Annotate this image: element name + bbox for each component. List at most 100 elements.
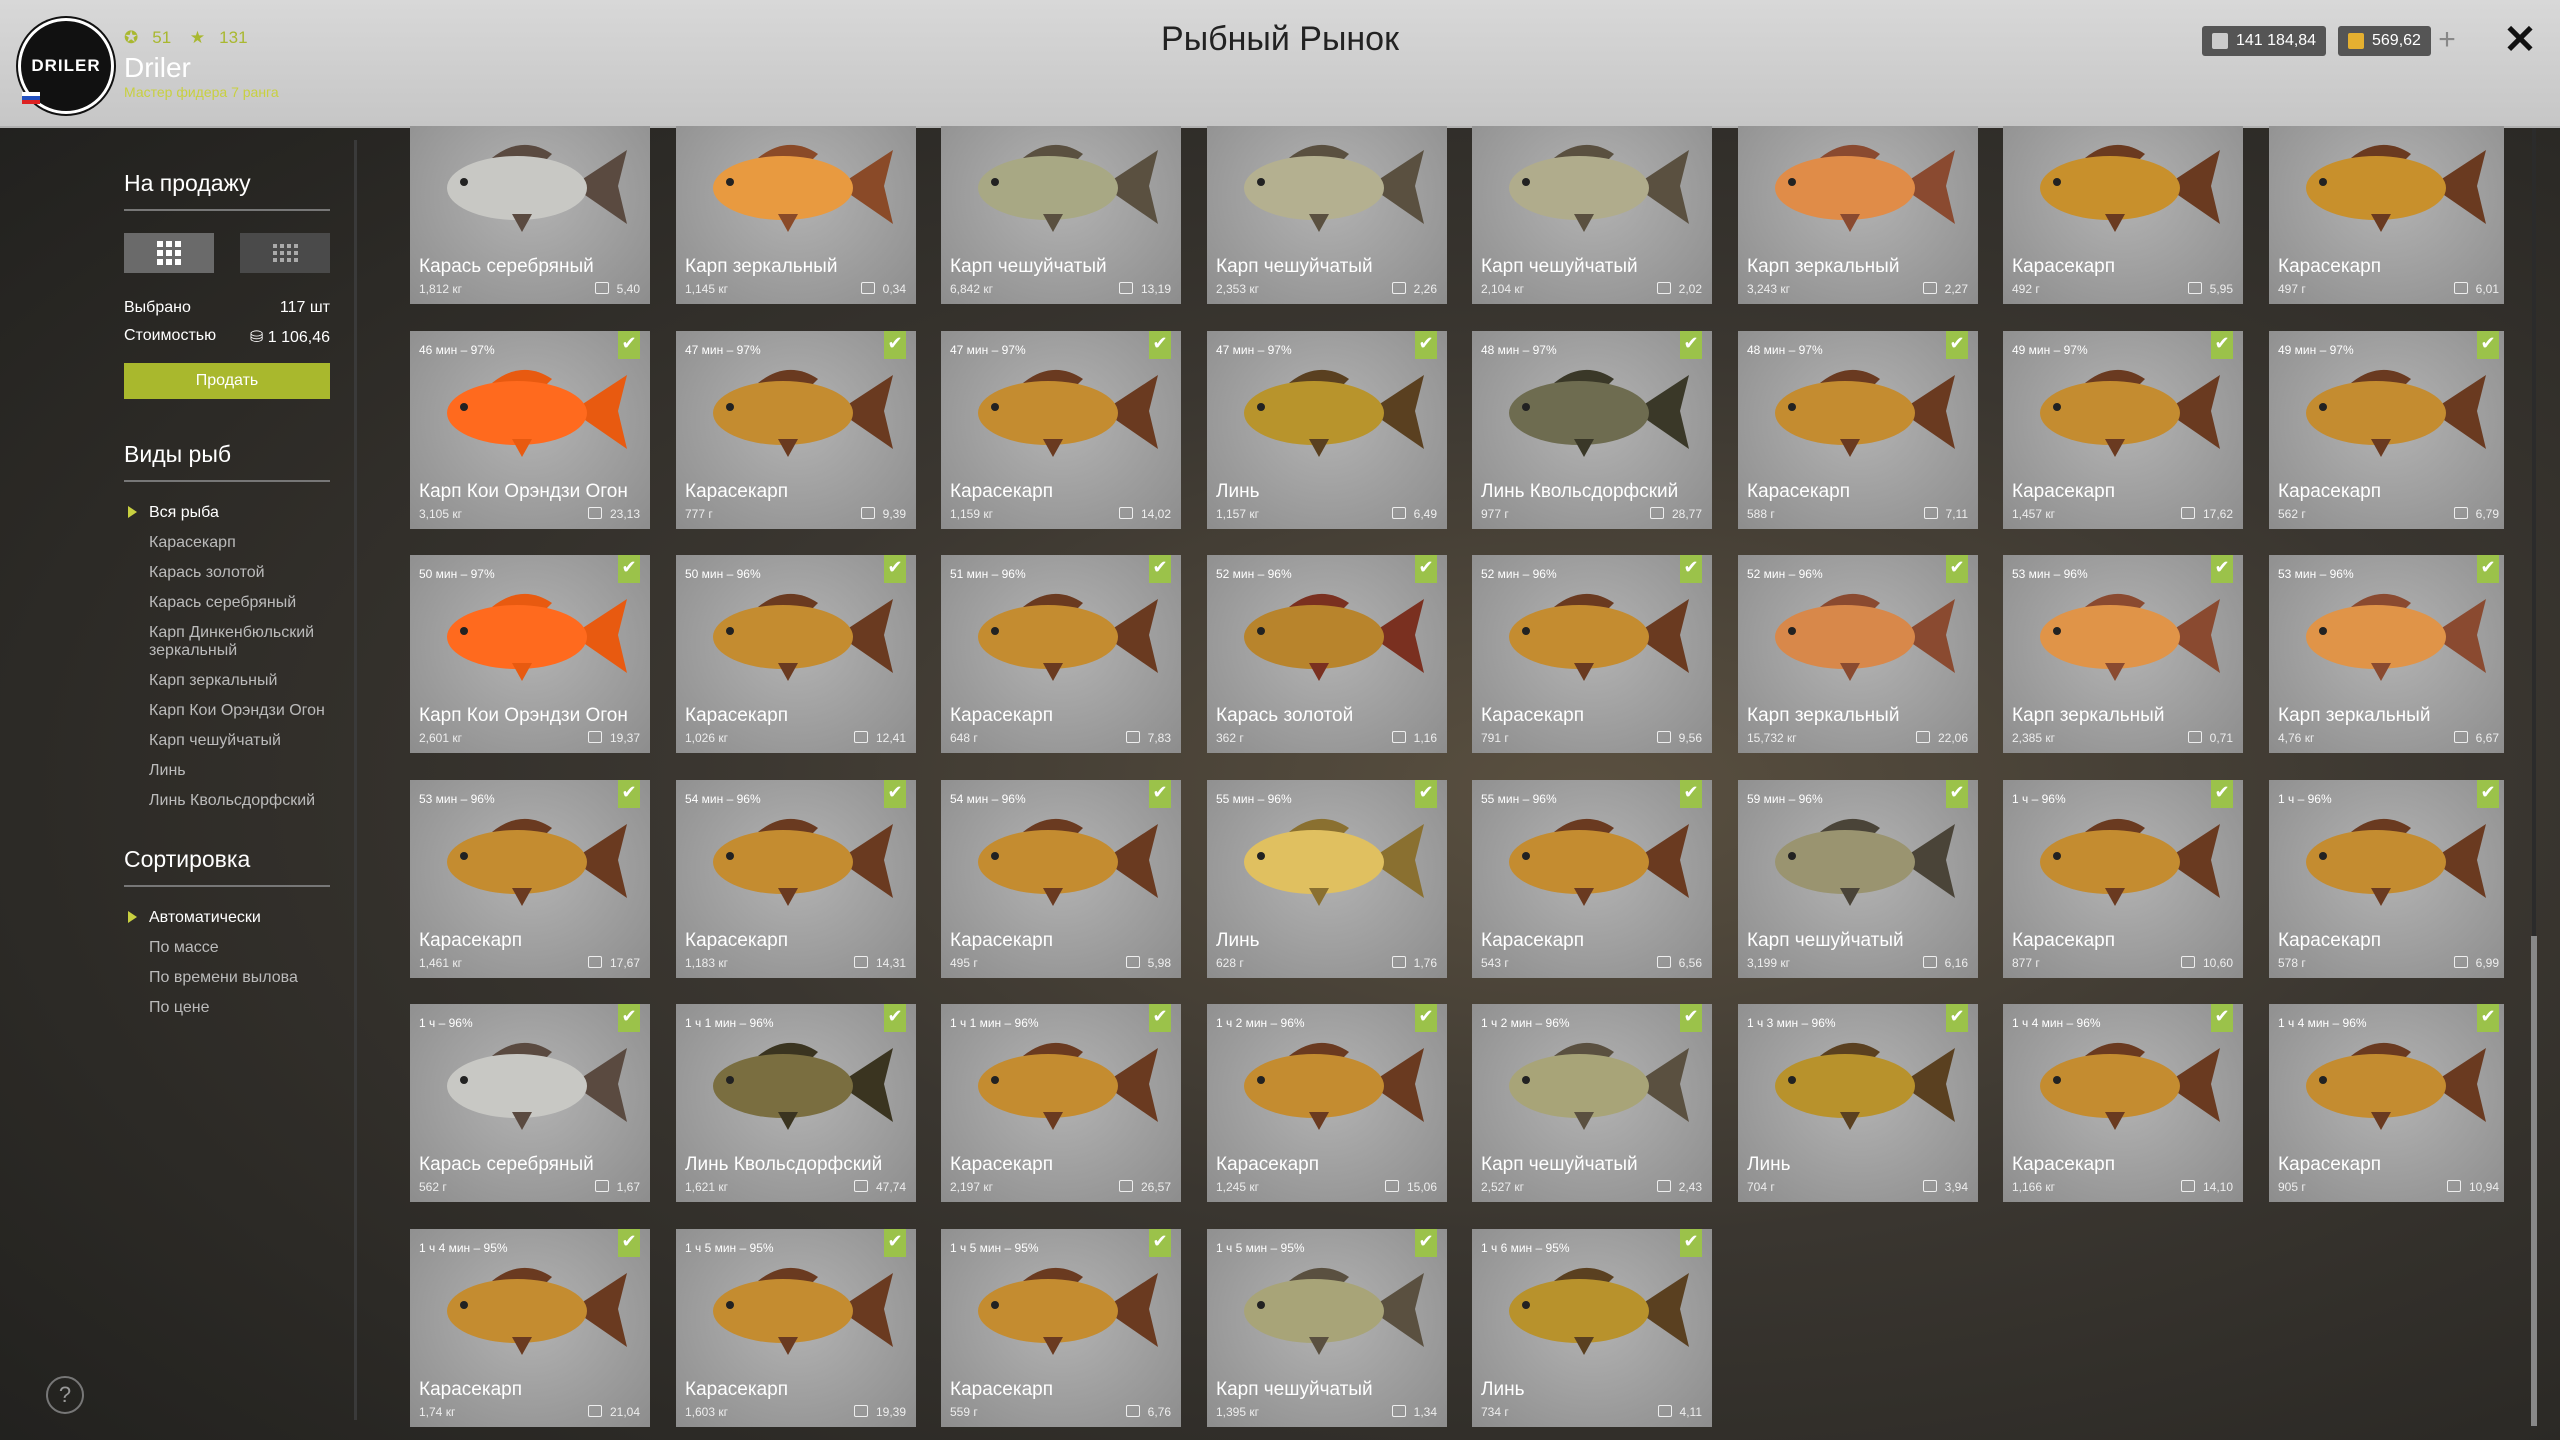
fish-price: 6,56 — [1678, 956, 1702, 970]
species-filter-item[interactable]: Линь Квольсдорфский — [124, 786, 330, 816]
fish-name: Линь Квольсдорфский — [1481, 481, 1679, 502]
species-filter-item[interactable]: Карась золотой — [124, 558, 330, 588]
fish-price: 0,34 — [882, 282, 906, 296]
fish-card[interactable]: 1 ч 2 мин – 96% ✔ Карп чешуйчатый 2,527 … — [1472, 1004, 1712, 1202]
fish-card[interactable]: 1 ч 4 мин – 95% ✔ Карасекарп 1,74 кг 21,… — [410, 1229, 650, 1427]
fish-card[interactable]: 1 ч 1 мин – 96% ✔ Карасекарп 2,197 кг 26… — [941, 1004, 1181, 1202]
fish-card[interactable]: 51 мин – 96% ✔ Карасекарп 648 г 7,83 — [941, 555, 1181, 753]
selected-value: 117 шт — [279, 299, 330, 316]
fish-card[interactable]: 59 мин – 96% ✔ Карп чешуйчатый 3,199 кг … — [1738, 780, 1978, 978]
fish-card[interactable]: 55 мин – 96% ✔ Карасекарп 543 г 6,56 — [1472, 780, 1712, 978]
fish-card[interactable]: 1 ч 5 мин – 95% ✔ Карасекарп 1,603 кг 19… — [676, 1229, 916, 1427]
fish-price-wrap: 13,19 — [1118, 282, 1171, 296]
fish-card[interactable]: 52 мин – 96% ✔ Карп зеркальный 15,732 кг… — [1738, 555, 1978, 753]
fish-card[interactable]: 47 мин – 97% ✔ Линь 1,157 кг 6,49 — [1207, 331, 1447, 529]
fish-card[interactable]: 53 мин – 96% ✔ Карп зеркальный 4,76 кг 6… — [2269, 555, 2504, 753]
fish-card[interactable]: Карп чешуйчатый 6,842 кг 13,19 — [941, 126, 1181, 304]
fish-card[interactable]: 47 мин – 97% ✔ Карасекарп 777 г 9,39 — [676, 331, 916, 529]
fish-card[interactable]: 50 мин – 96% ✔ Карасекарп 1,026 кг 12,41 — [676, 555, 916, 753]
species-filter-item[interactable]: Карасекарп — [124, 528, 330, 558]
large-grid-view-button[interactable] — [124, 233, 214, 273]
selected-label: Выбрано — [124, 299, 191, 316]
sort-option-item[interactable]: По времени вылова — [124, 963, 330, 993]
fish-card[interactable]: 1 ч 3 мин – 96% ✔ Линь 704 г 3,94 — [1738, 1004, 1978, 1202]
fish-card[interactable]: 54 мин – 96% ✔ Карасекарп 1,183 кг 14,31 — [676, 780, 916, 978]
close-button[interactable]: ✕ — [2500, 20, 2540, 60]
fish-card[interactable]: Карась серебряный 1,812 кг 5,40 — [410, 126, 650, 304]
species-filter-item[interactable]: Линь — [124, 756, 330, 786]
species-filter-item[interactable]: Карп Кои Орэндзи Огон — [124, 696, 330, 726]
silver-coin-icon — [2187, 731, 2202, 743]
fish-name: Линь — [1481, 1379, 1525, 1400]
fish-weight: 15,732 кг — [1747, 731, 1797, 745]
silver-coin-icon — [587, 1405, 602, 1417]
fish-card[interactable]: Карп чешуйчатый 2,104 кг 2,02 — [1472, 126, 1712, 304]
fish-card[interactable]: Карп зеркальный 1,145 кг 0,34 — [676, 126, 916, 304]
fish-weight: 2,353 кг — [1216, 282, 1259, 296]
fish-card[interactable]: 53 мин – 96% ✔ Карп зеркальный 2,385 кг … — [2003, 555, 2243, 753]
fish-price-wrap: 21,04 — [587, 1405, 640, 1419]
fish-card[interactable]: 1 ч 5 мин – 95% ✔ Карасекарп 559 г 6,76 — [941, 1229, 1181, 1427]
sort-option-item[interactable]: По цене — [124, 993, 330, 1023]
fish-card[interactable]: 52 мин – 96% ✔ Карасекарп 791 г 9,56 — [1472, 555, 1712, 753]
silver-coin-icon — [2187, 282, 2202, 294]
fish-card[interactable]: 1 ч – 96% ✔ Карась серебряный 562 г 1,67 — [410, 1004, 650, 1202]
fish-card[interactable]: Карасекарп 492 г 5,95 — [2003, 126, 2243, 304]
fish-card[interactable]: 1 ч 5 мин – 95% ✔ Карп чешуйчатый 1,395 … — [1207, 1229, 1447, 1427]
fish-price-wrap: 1,67 — [594, 1180, 640, 1194]
fish-card[interactable]: 46 мин – 97% ✔ Карп Кои Орэндзи Огон 3,1… — [410, 331, 650, 529]
fish-card[interactable]: 1 ч 2 мин – 96% ✔ Карасекарп 1,245 кг 15… — [1207, 1004, 1447, 1202]
help-button[interactable]: ? — [46, 1376, 84, 1414]
fish-card[interactable]: 1 ч – 96% ✔ Карасекарп 578 г 6,99 — [2269, 780, 2504, 978]
silver-coin-icon — [860, 282, 875, 294]
fish-card[interactable]: 1 ч – 96% ✔ Карасекарп 877 г 10,60 — [2003, 780, 2243, 978]
fish-price-wrap: 1,76 — [1391, 956, 1437, 970]
fish-name: Карп чешуйчатый — [1481, 1154, 1638, 1175]
sort-option-item[interactable]: По массе — [124, 933, 330, 963]
fish-card[interactable]: Карасекарп 497 г 6,01 — [2269, 126, 2504, 304]
species-filter-item[interactable]: Карп чешуйчатый — [124, 726, 330, 756]
species-filter-item[interactable]: Карп зеркальный — [124, 666, 330, 696]
species-filter-item[interactable]: Вся рыба — [124, 498, 330, 528]
fish-card[interactable]: 1 ч 4 мин – 96% ✔ Карасекарп 905 г 10,94 — [2269, 1004, 2504, 1202]
fish-card[interactable]: 1 ч 4 мин – 96% ✔ Карасекарп 1,166 кг 14… — [2003, 1004, 2243, 1202]
species-filter-item[interactable]: Карась серебряный — [124, 588, 330, 618]
fish-card[interactable]: 49 мин – 97% ✔ Карасекарп 562 г 6,79 — [2269, 331, 2504, 529]
fish-card[interactable]: 54 мин – 96% ✔ Карасекарп 495 г 5,98 — [941, 780, 1181, 978]
fish-card[interactable]: 49 мин – 97% ✔ Карасекарп 1,457 кг 17,62 — [2003, 331, 2243, 529]
fish-price: 23,13 — [609, 507, 640, 521]
fish-card[interactable]: 52 мин – 96% ✔ Карась золотой 362 г 1,16 — [1207, 555, 1447, 753]
fish-card[interactable]: 50 мин – 97% ✔ Карп Кои Орэндзи Огон 2,6… — [410, 555, 650, 753]
fish-card[interactable]: Карп чешуйчатый 2,353 кг 2,26 — [1207, 126, 1447, 304]
fish-weight: 628 г — [1216, 956, 1244, 970]
fish-card[interactable]: 1 ч 1 мин – 96% ✔ Линь Квольсдорфский 1,… — [676, 1004, 916, 1202]
fish-name: Карасекарп — [1481, 930, 1584, 951]
fish-price: 28,77 — [1671, 507, 1702, 521]
fish-price: 1,34 — [1413, 1405, 1437, 1419]
fish-image — [978, 818, 1158, 906]
fish-price: 17,62 — [2202, 507, 2233, 521]
fish-price-wrap: 10,94 — [2446, 1180, 2499, 1194]
fish-card[interactable]: 1 ч 6 мин – 95% ✔ Линь 734 г 4,11 — [1472, 1229, 1712, 1427]
fish-name: Карасекарп — [950, 930, 1053, 951]
fish-name: Карасекарп — [685, 705, 788, 726]
fish-card[interactable]: Карп зеркальный 3,243 кг 2,27 — [1738, 126, 1978, 304]
fish-card[interactable]: 55 мин – 96% ✔ Линь 628 г 1,76 — [1207, 780, 1447, 978]
fish-weight: 877 г — [2012, 956, 2040, 970]
for-sale-title: На продажу — [124, 170, 330, 211]
sell-button[interactable]: Продать — [124, 363, 330, 399]
fish-weight: 362 г — [1216, 731, 1244, 745]
fish-price-wrap: 47,74 — [853, 1180, 906, 1194]
fish-price: 14,02 — [1140, 507, 1171, 521]
fish-card[interactable]: 48 мин – 97% ✔ Карасекарп 588 г 7,11 — [1738, 331, 1978, 529]
fish-card[interactable]: 48 мин – 97% ✔ Линь Квольсдорфский 977 г… — [1472, 331, 1712, 529]
fish-card[interactable]: 53 мин – 96% ✔ Карасекарп 1,461 кг 17,67 — [410, 780, 650, 978]
species-filter-item[interactable]: Карп Динкенбюльский зеркальный — [124, 618, 330, 666]
sort-option-item[interactable]: Автоматически — [124, 903, 330, 933]
scrollbar-thumb[interactable] — [2531, 936, 2537, 1426]
fish-name: Карасекарп — [2012, 481, 2115, 502]
small-grid-view-button[interactable] — [240, 233, 330, 273]
sort-title: Сортировка — [124, 846, 330, 887]
add-gold-button[interactable]: + — [2432, 25, 2462, 56]
fish-card[interactable]: 47 мин – 97% ✔ Карасекарп 1,159 кг 14,02 — [941, 331, 1181, 529]
